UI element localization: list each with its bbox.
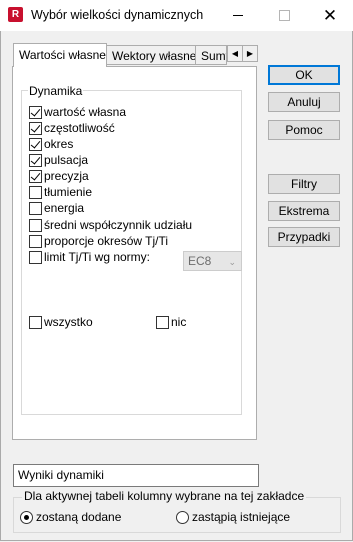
close-icon: ✕: [322, 6, 338, 25]
app-icon: R: [8, 7, 23, 22]
tab-eigenvalues[interactable]: Wartości własne: [13, 43, 107, 67]
checkbox-box[interactable]: [29, 218, 42, 232]
tab-scroll-left-icon[interactable]: ◀: [227, 45, 243, 62]
checkbox-box[interactable]: [156, 315, 169, 329]
checkbox-label: tłumienie: [44, 185, 93, 199]
close-button[interactable]: ✕: [307, 0, 353, 31]
checkbox-label: nic: [171, 315, 187, 329]
checkbox-frequency[interactable]: częstotliwość: [29, 121, 115, 135]
checkbox-label: częstotliwość: [44, 121, 115, 135]
tab-eigenvectors[interactable]: Wektory własne: [106, 45, 196, 65]
checkbox-select-all[interactable]: wszystko: [29, 315, 93, 329]
maximize-icon: [278, 10, 290, 21]
checkbox-box[interactable]: [29, 169, 42, 183]
cases-button[interactable]: Przypadki: [268, 227, 340, 247]
checkbox-box[interactable]: [29, 315, 42, 329]
checkbox-label: średni współczynnik udziału: [44, 218, 193, 232]
checkbox-period-ratio[interactable]: proporcje okresów Tj/Ti: [29, 234, 168, 248]
checkbox-label: energia: [44, 201, 85, 215]
norm-select-value: EC8: [188, 254, 212, 268]
checkbox-label: limit Tj/Ti wg normy:: [44, 250, 151, 264]
radio-replace-columns[interactable]: zastąpią istniejące: [176, 510, 290, 524]
tab-sums[interactable]: Sumy: [195, 45, 227, 65]
checkbox-label: precyzja: [44, 169, 89, 183]
table-name-input[interactable]: Wyniki dynamiki: [13, 464, 259, 487]
checkbox-precision[interactable]: precyzja: [29, 169, 89, 183]
checkbox-box[interactable]: [29, 250, 42, 264]
radio-label: zostaną dodane: [36, 510, 122, 524]
checkbox-box[interactable]: [29, 201, 42, 215]
checkbox-box[interactable]: [29, 137, 42, 151]
checkbox-norm-limit[interactable]: limit Tj/Ti wg normy:: [29, 250, 150, 264]
checkbox-label: pulsacja: [44, 153, 89, 167]
checkbox-box[interactable]: [29, 185, 42, 199]
checkbox-box[interactable]: [29, 234, 42, 248]
window-title: Wybór wielkości dynamicznych: [31, 8, 204, 22]
radio-button[interactable]: [176, 510, 189, 524]
maximize-button[interactable]: [261, 0, 307, 31]
checkbox-participation-factor[interactable]: średni współczynnik udziału: [29, 218, 192, 232]
checkbox-label: wszystko: [44, 315, 93, 329]
checkbox-box[interactable]: [29, 121, 42, 135]
checkbox-energy[interactable]: energia: [29, 201, 84, 215]
dynamics-group-title: Dynamika: [28, 84, 84, 98]
cancel-button[interactable]: Anuluj: [268, 92, 340, 112]
filters-button[interactable]: Filtry: [268, 174, 340, 194]
minimize-icon: [233, 15, 243, 16]
checkbox-label: wartość własna: [44, 105, 127, 119]
checkbox-select-none[interactable]: nic: [156, 315, 186, 329]
radio-label: zastąpią istniejące: [192, 510, 291, 524]
chevron-down-icon: ⌄: [228, 257, 236, 267]
checkbox-box[interactable]: [29, 153, 42, 167]
help-button[interactable]: Pomoc: [268, 120, 340, 140]
extremes-button[interactable]: Ekstrema: [268, 201, 340, 221]
norm-select[interactable]: EC8 ⌄: [183, 251, 242, 271]
checkbox-damping[interactable]: tłumienie: [29, 185, 92, 199]
radio-add-columns[interactable]: zostaną dodane: [20, 510, 121, 524]
checkbox-label: okres: [44, 137, 74, 151]
tab-scroll-right-icon[interactable]: ▶: [242, 45, 258, 62]
checkbox-period[interactable]: okres: [29, 137, 73, 151]
minimize-button[interactable]: [215, 0, 261, 31]
columns-group-title: Dla aktywnej tabeli kolumny wybrane na t…: [22, 489, 307, 503]
checkbox-pulsation[interactable]: pulsacja: [29, 153, 88, 167]
radio-button[interactable]: [20, 510, 33, 524]
checkbox-label: proporcje okresów Tj/Ti: [44, 234, 169, 248]
ok-button[interactable]: OK: [268, 65, 340, 85]
checkbox-eigenvalue[interactable]: wartość własna: [29, 105, 126, 119]
checkbox-box[interactable]: [29, 105, 42, 119]
